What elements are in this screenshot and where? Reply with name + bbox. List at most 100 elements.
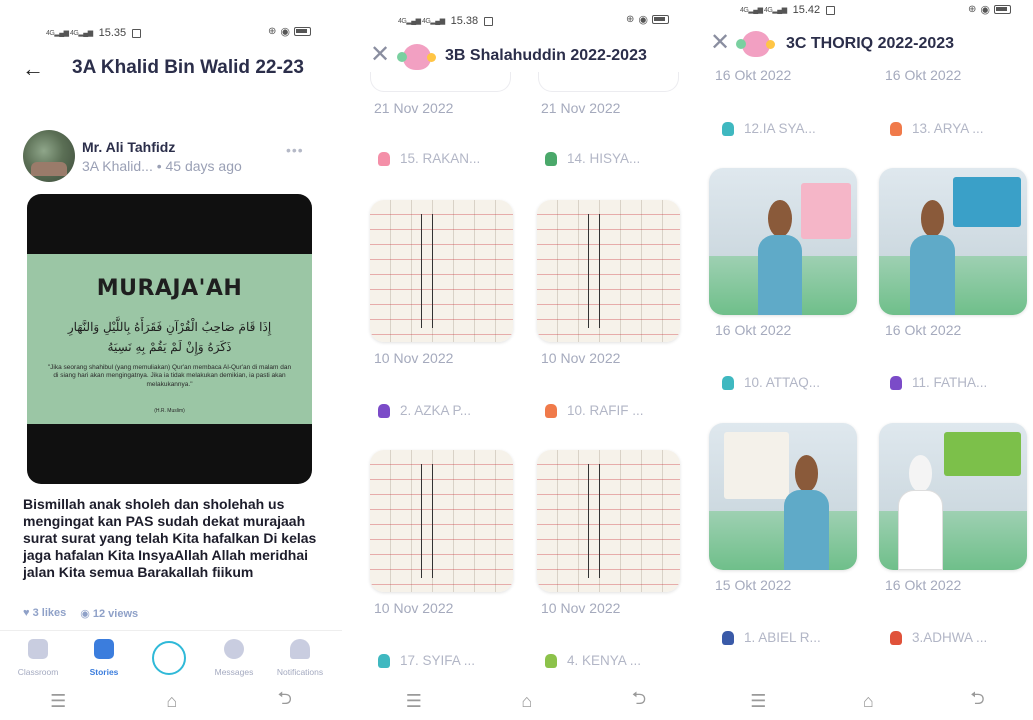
student-label[interactable]: 2. AZKA P... <box>378 403 471 418</box>
system-nav-bar: ☰ ⌂ ⮌ <box>0 682 342 720</box>
student-name: 11. FATHA... <box>912 375 988 390</box>
post-date: 10 Nov 2022 <box>541 350 621 366</box>
back-icon[interactable]: ⮌ <box>632 686 646 716</box>
student-name: 2. AZKA P... <box>400 403 472 418</box>
more-icon[interactable]: ••• <box>286 142 304 158</box>
student-label[interactable]: 10. ATTAQ... <box>722 375 820 390</box>
worksheet-lines <box>370 200 513 342</box>
student-photo-body <box>784 489 830 570</box>
vibrate-icon: ⊕ <box>626 14 635 25</box>
views-count: ◉ 12 views <box>80 608 139 620</box>
student-label[interactable]: 3.ADHWA ... <box>890 630 987 645</box>
avatar[interactable] <box>23 130 75 182</box>
home-icon[interactable]: ⌂ <box>863 691 874 712</box>
portfolio-item[interactable] <box>879 168 1027 315</box>
student-label[interactable]: 12.IA SYA... <box>722 121 816 136</box>
class-mascot-icon <box>397 44 436 70</box>
post-image-card: MURAJA'AH إِذَا قَامَ صَاحِبُ الْقُرْآنِ… <box>27 254 312 424</box>
post-image[interactable]: MURAJA'AH إِذَا قَامَ صَاحِبُ الْقُرْآنِ… <box>27 194 312 484</box>
post-date: 10 Nov 2022 <box>374 600 454 616</box>
post-date: 16 Okt 2022 <box>885 577 962 593</box>
home-icon[interactable]: ⌂ <box>521 691 532 712</box>
portfolio-card-cutoff[interactable] <box>370 72 511 92</box>
post-date: 15 Okt 2022 <box>715 577 792 593</box>
menu-icon[interactable]: ☰ <box>750 691 766 712</box>
battery-icon <box>994 5 1011 14</box>
student-name: 10. RAFIF ... <box>567 403 644 418</box>
portfolio-item[interactable] <box>709 423 857 570</box>
worksheet-lines <box>537 450 680 592</box>
tab-notifications[interactable]: Notifications <box>266 631 334 680</box>
student-label[interactable]: 13. ARYA ... <box>890 121 984 136</box>
status-time: 15.35 <box>98 27 127 39</box>
portfolio-item[interactable] <box>537 450 680 592</box>
sim-icon <box>484 16 494 26</box>
tab-messages-label: Messages <box>214 667 254 677</box>
likes-count[interactable]: ♥ 3 likes <box>23 607 66 620</box>
status-bar: 4G▂▄▆ 4G▂▄▆ 15.38 <box>398 14 494 28</box>
signal-icon: 4G▂▄▆ 4G▂▄▆ <box>46 30 93 37</box>
student-avatar-icon <box>890 375 902 390</box>
student-photo-head <box>920 200 944 238</box>
sim-icon <box>132 28 142 38</box>
student-photo <box>753 200 806 315</box>
portfolio-item[interactable] <box>879 423 1027 570</box>
worksheet-margin <box>588 464 600 578</box>
vibrate-icon: ⊕ <box>968 4 977 15</box>
close-icon[interactable]: ✕ <box>370 40 390 69</box>
author-name[interactable]: Mr. Ali Tahfidz <box>82 139 175 155</box>
student-avatar-icon <box>890 630 902 645</box>
student-photo-body <box>909 234 955 315</box>
student-label[interactable]: 11. FATHA... <box>890 375 987 390</box>
student-name: 1. ABIEL R... <box>744 630 821 645</box>
post-date: 21 Nov 2022 <box>541 100 621 116</box>
sim-icon <box>826 5 836 15</box>
student-label[interactable]: 1. ABIEL R... <box>722 630 821 645</box>
home-icon[interactable]: ⌂ <box>166 691 177 712</box>
tab-messages[interactable]: Messages <box>200 631 268 680</box>
class-mascot-icon <box>736 31 775 57</box>
student-name: 4. KENYA ... <box>567 653 642 668</box>
signal-icon: 4G▂▄▆ 4G▂▄▆ <box>740 7 787 14</box>
back-icon[interactable]: ⮌ <box>970 686 984 716</box>
student-photo-head <box>768 200 792 238</box>
portfolio-item[interactable] <box>370 450 513 592</box>
student-name: 13. ARYA ... <box>912 121 984 136</box>
status-icons: ⊕ ◉ <box>268 25 311 38</box>
student-label[interactable]: 10. RAFIF ... <box>545 403 644 418</box>
post-date: 10 Nov 2022 <box>374 350 454 366</box>
student-label[interactable]: 17. SYIFA ... <box>378 653 475 668</box>
menu-icon[interactable]: ☰ <box>406 691 422 712</box>
portfolio-item[interactable] <box>370 200 513 342</box>
tab-stories[interactable]: Stories <box>70 631 138 680</box>
post-date: 16 Okt 2022 <box>885 67 962 83</box>
post-image-title: MURAJA'AH <box>96 276 243 301</box>
student-name: 3.ADHWA ... <box>912 630 988 645</box>
portfolio-item[interactable] <box>537 200 680 342</box>
wifi-icon: ◉ <box>280 26 290 38</box>
student-label[interactable]: 4. KENYA ... <box>545 653 641 668</box>
menu-icon[interactable]: ☰ <box>50 691 66 712</box>
post-date: 21 Nov 2022 <box>374 100 454 116</box>
student-avatar-icon <box>378 403 390 418</box>
back-icon[interactable]: ⮌ <box>277 686 291 716</box>
post-date: 16 Okt 2022 <box>715 67 792 83</box>
close-icon[interactable]: ✕ <box>710 28 730 57</box>
messages-icon <box>224 639 244 659</box>
create-post-button[interactable] <box>152 641 186 675</box>
student-label[interactable]: 15. RAKAN... <box>378 151 480 166</box>
student-name: 14. HISYA... <box>567 151 641 166</box>
worksheet-margin <box>421 214 433 328</box>
views-label: 12 views <box>92 608 139 620</box>
page-title: 3A Khalid Bin Walid 22-23 <box>72 57 304 78</box>
portfolio-item[interactable] <box>709 168 857 315</box>
wall-poster <box>800 182 852 239</box>
student-photo <box>906 200 959 315</box>
tab-classroom[interactable]: Classroom <box>4 631 72 680</box>
bottom-tab-bar: Classroom Stories Messages Notifications <box>0 630 342 680</box>
student-label[interactable]: 14. HISYA... <box>545 151 640 166</box>
back-arrow-icon[interactable]: ← <box>22 56 44 82</box>
portfolio-card-cutoff[interactable] <box>538 72 679 92</box>
student-photo <box>894 455 947 570</box>
student-photo <box>780 455 833 570</box>
